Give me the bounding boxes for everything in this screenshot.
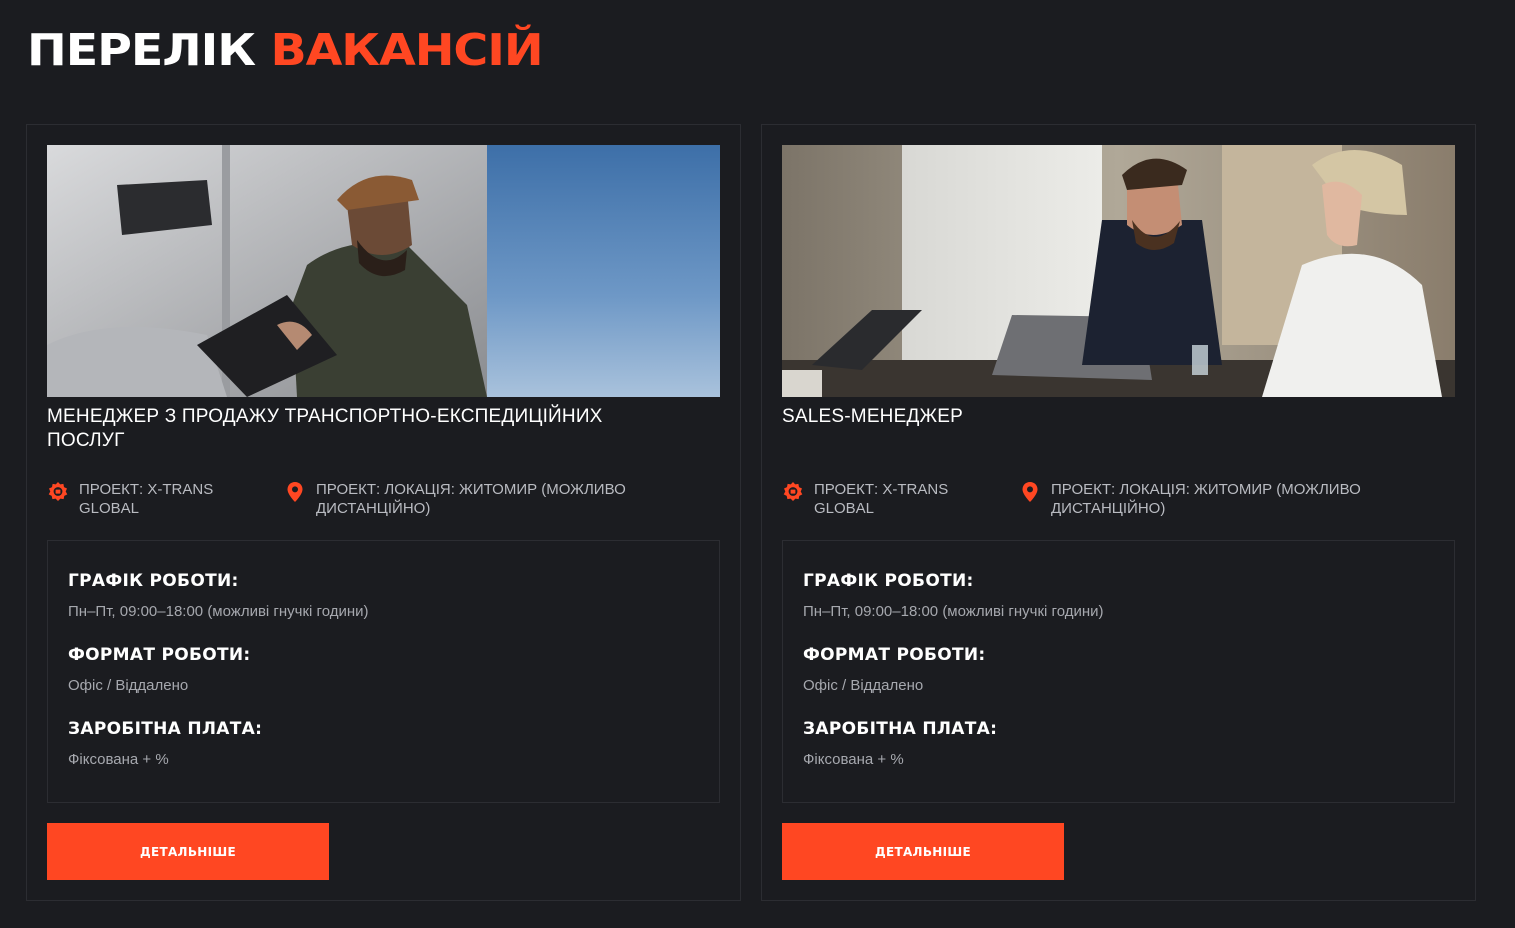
schedule-label: ГРАФІК РОБОТИ: <box>803 571 974 591</box>
details-button[interactable]: ДЕТАЛЬНІШЕ <box>782 823 1064 880</box>
salary-label: ЗАРОБІТНА ПЛАТА: <box>803 719 998 739</box>
project-text: ПРОЕКТ: X-TRANS GLOBAL <box>79 481 214 517</box>
truck-driver-photo <box>47 145 720 397</box>
vacancy-card: МЕНЕДЖЕР З ПРОДАЖУ ТРАНСПОРТНО-ЕКСПЕДИЦІ… <box>26 124 741 901</box>
page-title: ПЕРЕЛІК ВАКАНСІЙ <box>27 25 544 76</box>
format-label: ФОРМАТ РОБОТИ: <box>68 645 251 665</box>
schedule-value: Пн–Пт, 09:00–18:00 (можливі гнучкі годин… <box>803 603 1104 620</box>
page-title-part2: ВАКАНСІЙ <box>270 25 543 76</box>
salary-label: ЗАРОБІТНА ПЛАТА: <box>68 719 263 739</box>
vacancy-location: ПРОЕКТ: ЛОКАЦІЯ: ЖИТОМИР (МОЖЛИВО ДИСТАН… <box>1019 480 1449 518</box>
office-meeting-photo <box>782 145 1455 397</box>
schedule-value: Пн–Пт, 09:00–18:00 (можливі гнучкі годин… <box>68 603 369 620</box>
vacancy-info-box: ГРАФІК РОБОТИ: Пн–Пт, 09:00–18:00 (можли… <box>782 540 1455 803</box>
location-text: ПРОЕКТ: ЛОКАЦІЯ: ЖИТОМИР (МОЖЛИВО ДИСТАН… <box>316 481 626 517</box>
project-text: ПРОЕКТ: X-TRANS GLOBAL <box>814 481 949 517</box>
map-pin-icon <box>287 482 303 502</box>
salary-value: Фіксована + % <box>68 751 169 768</box>
vacancy-project: ПРОЕКТ: X-TRANS GLOBAL <box>782 480 992 518</box>
vacancy-title: SALES-МЕНЕДЖЕР <box>782 406 964 427</box>
location-text: ПРОЕКТ: ЛОКАЦІЯ: ЖИТОМИР (МОЖЛИВО ДИСТАН… <box>1051 481 1361 517</box>
gear-badge-icon <box>48 482 68 501</box>
map-pin-icon <box>1022 482 1038 502</box>
salary-value: Фіксована + % <box>803 751 904 768</box>
gear-badge-icon <box>783 482 803 501</box>
format-value: Офіс / Віддалено <box>803 677 924 694</box>
vacancy-title: МЕНЕДЖЕР З ПРОДАЖУ ТРАНСПОРТНО-ЕКСПЕДИЦІ… <box>47 406 603 451</box>
schedule-label: ГРАФІК РОБОТИ: <box>68 571 239 591</box>
vacancy-card: SALES-МЕНЕДЖЕР ПРОЕКТ: X-TRANS GLOBAL ПР… <box>761 124 1476 901</box>
vacancy-info-box: ГРАФІК РОБОТИ: Пн–Пт, 09:00–18:00 (можли… <box>47 540 720 803</box>
vacancy-project: ПРОЕКТ: X-TRANS GLOBAL <box>47 480 257 518</box>
vacancy-location: ПРОЕКТ: ЛОКАЦІЯ: ЖИТОМИР (МОЖЛИВО ДИСТАН… <box>284 480 714 518</box>
format-value: Офіс / Віддалено <box>68 677 189 694</box>
vacancy-image <box>782 145 1455 397</box>
vacancy-image <box>47 145 720 397</box>
details-button[interactable]: ДЕТАЛЬНІШЕ <box>47 823 329 880</box>
page-title-part1: ПЕРЕЛІК <box>27 25 256 76</box>
format-label: ФОРМАТ РОБОТИ: <box>803 645 986 665</box>
